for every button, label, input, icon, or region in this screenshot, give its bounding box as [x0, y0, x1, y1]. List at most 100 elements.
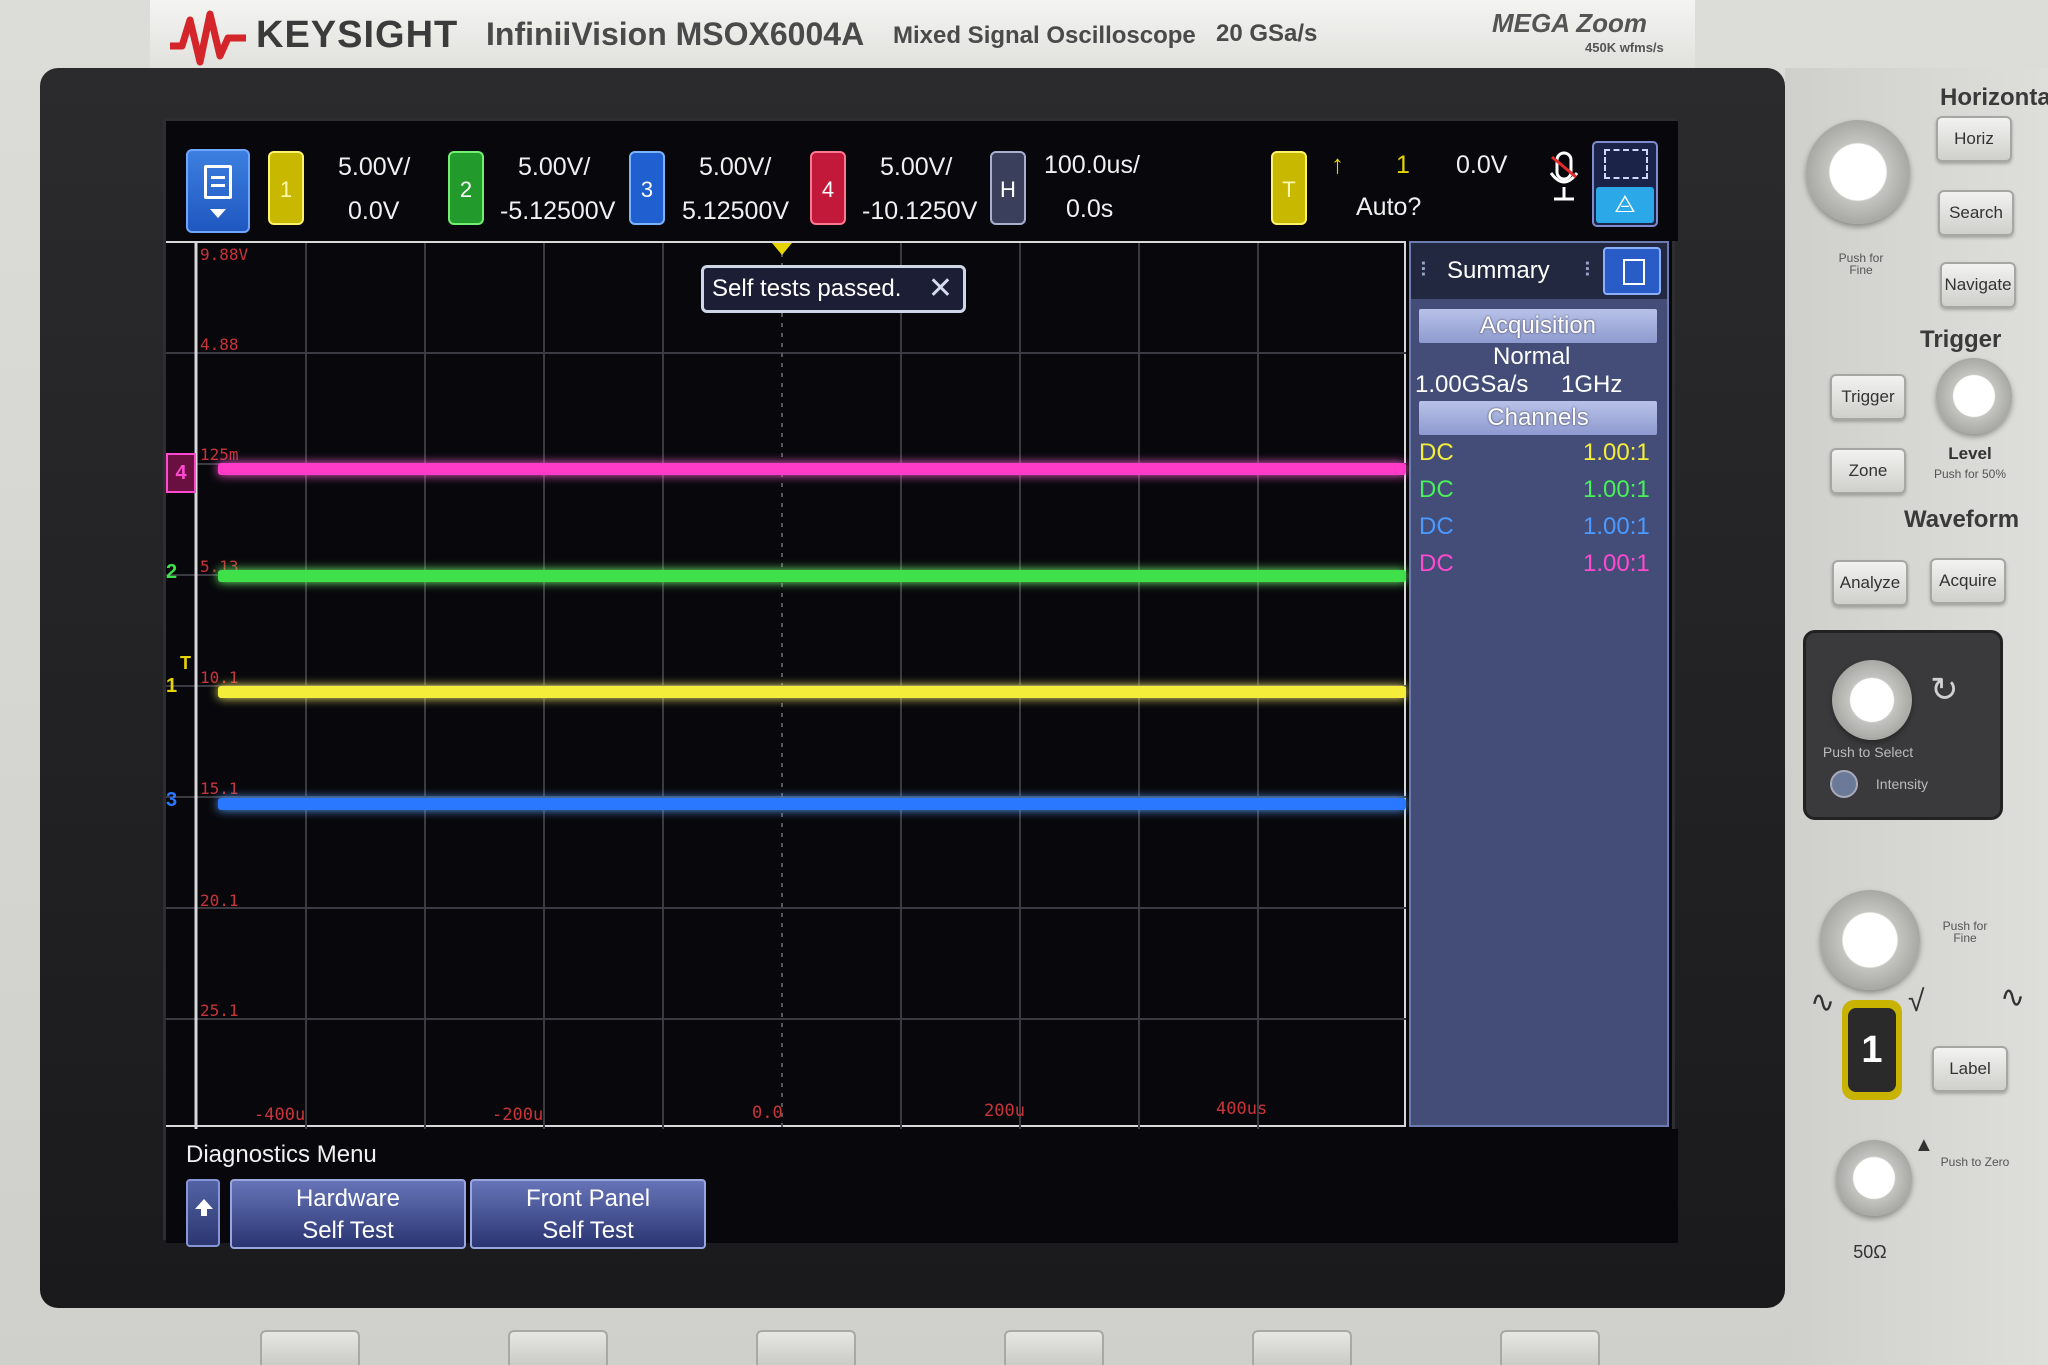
trigger-badge[interactable]: T	[1271, 151, 1307, 225]
y-label: 10.1	[200, 668, 239, 687]
channel-1-button[interactable]: 1	[1842, 1000, 1902, 1100]
keysight-logo-icon	[170, 10, 246, 66]
model-description: Mixed Signal Oscilloscope	[893, 22, 1196, 49]
channel-4-badge[interactable]: 4	[810, 151, 846, 225]
microphone-muted-icon[interactable]	[1546, 151, 1582, 207]
vertical-offset-knob[interactable]	[1836, 1140, 1912, 1216]
waveform-section-title: Waveform	[1904, 506, 2020, 533]
horizontal-scale[interactable]: 100.0us/	[1044, 151, 1140, 180]
channel-2-ground-marker[interactable]: 2	[166, 561, 177, 584]
drag-handle-icon[interactable]: ⠇	[1419, 243, 1434, 299]
analyze-button[interactable]: Analyze	[1832, 560, 1908, 606]
channel-3-scale[interactable]: 5.00V/	[699, 153, 771, 182]
menu-title: Diagnostics Menu	[186, 1141, 377, 1168]
front-softkey[interactable]	[1500, 1330, 1600, 1365]
push-fine-label: Push for Fine	[1838, 251, 1884, 277]
main-menu-button[interactable]	[186, 149, 250, 233]
channel-3-badge[interactable]: 3	[629, 151, 665, 225]
acquisition-rate: 1.00GSa/s	[1415, 371, 1529, 398]
drag-handle-icon[interactable]: ⠇	[1583, 243, 1598, 299]
intensity-label: Intensity	[1875, 776, 1929, 792]
y-label: 15.1	[200, 779, 239, 798]
acquire-button[interactable]: Acquire	[1930, 558, 2006, 604]
channel-2-trace	[218, 570, 1406, 582]
front-softkey[interactable]	[260, 1330, 360, 1365]
channel-4-coupling: DC	[1419, 550, 1454, 577]
channel-1-scale[interactable]: 5.00V/	[338, 153, 410, 182]
channel-2-offset[interactable]: -5.12500V	[500, 197, 615, 226]
navigate-button[interactable]: Navigate	[1940, 262, 2016, 308]
arrow-up-icon: ▲	[1914, 1134, 1934, 1156]
push-fine-label-2: Push for Fine	[1942, 919, 1988, 945]
hardware-self-test-button[interactable]: Hardware Self Test	[230, 1179, 466, 1249]
horiz-button[interactable]: Horiz	[1936, 116, 2012, 162]
front-softkey[interactable]	[1004, 1330, 1104, 1365]
zone-button[interactable]: Zone	[1830, 448, 1906, 494]
channel-3-probe: 1.00:1	[1583, 513, 1650, 540]
y-label: 9.88V	[200, 245, 249, 264]
y-label: 125m	[200, 445, 239, 464]
trigger-level[interactable]: 0.0V	[1456, 151, 1507, 180]
wave-symbol-icon: ∿	[2000, 981, 2026, 1014]
back-arrow-button[interactable]	[186, 1179, 220, 1247]
softkey-bar: Diagnostics Menu Hardware Self Test Fron…	[166, 1129, 1678, 1249]
channel-4-offset[interactable]: -10.1250V	[862, 197, 977, 226]
front-panel-self-test-button[interactable]: Front Panel Self Test	[470, 1179, 706, 1249]
channel-1-offset[interactable]: 0.0V	[348, 197, 399, 226]
channel-1-ground-marker[interactable]: 1	[166, 675, 177, 698]
search-button[interactable]: Search	[1938, 190, 2014, 236]
close-icon[interactable]: ✕	[928, 268, 953, 310]
x-label: 0.0	[752, 1103, 783, 1123]
channel-2-scale[interactable]: 5.00V/	[518, 153, 590, 182]
waveform-icon: ⨺	[1596, 187, 1654, 223]
channel-4-trace	[218, 463, 1406, 475]
trigger-level-marker[interactable]: T	[180, 653, 191, 674]
summary-title: Summary	[1447, 257, 1550, 284]
waveform-grid[interactable]: 9.88V 4.88 125m 5.13 10.1 15.1 20.1 25.1…	[166, 241, 1406, 1129]
channel-3-offset[interactable]: 5.12500V	[682, 197, 789, 226]
trigger-source[interactable]: 1	[1396, 151, 1410, 180]
channel-1-badge[interactable]: 1	[268, 151, 304, 225]
trigger-button[interactable]: Trigger	[1830, 374, 1906, 420]
x-label: 200u	[984, 1101, 1025, 1121]
horizontal-position[interactable]: 0.0s	[1066, 195, 1113, 224]
horizontal-scale-knob[interactable]	[1806, 120, 1910, 224]
megazoom-logo: MEGA Zoom	[1492, 8, 1648, 38]
x-label: -400u	[254, 1105, 306, 1125]
summary-panel: ⠇ Summary ⠇ Acquisition Normal 1.00GSa/s…	[1409, 241, 1669, 1127]
chevron-down-icon	[210, 209, 226, 218]
select-knob[interactable]	[1832, 660, 1912, 740]
label-button[interactable]: Label	[1932, 1046, 2008, 1092]
zone-select-icon	[1604, 149, 1648, 179]
push-select-label: Push to Select	[1822, 744, 1914, 760]
front-softkey[interactable]	[508, 1330, 608, 1365]
model-name: InfiniiVision MSOX6004A	[486, 16, 865, 52]
model-sample-rate: 20 GSa/s	[1216, 20, 1318, 47]
vertical-scale-knob[interactable]	[1820, 890, 1920, 990]
channel-4-scale[interactable]: 5.00V/	[880, 153, 952, 182]
front-softkey[interactable]	[756, 1330, 856, 1365]
wave-symbol-icon: √	[1908, 985, 1925, 1018]
trigger-mode[interactable]: Auto?	[1356, 193, 1421, 222]
channel-4-ground-marker[interactable]: 4	[166, 453, 196, 493]
y-label: 25.1	[200, 1001, 239, 1020]
channel-4-probe: 1.00:1	[1583, 550, 1650, 577]
horizontal-badge[interactable]: H	[990, 151, 1026, 225]
trigger-level-knob[interactable]	[1936, 358, 2012, 434]
bandwidth: 1GHz	[1561, 371, 1623, 398]
intensity-button[interactable]	[1830, 770, 1858, 798]
acquisition-header: Acquisition	[1419, 309, 1657, 343]
level-label: Level	[1948, 444, 1992, 463]
impedance-label: 50Ω	[1853, 1242, 1887, 1262]
channel-1-trace	[218, 686, 1406, 698]
summary-menu-icon[interactable]	[1603, 247, 1661, 295]
softkey-label: Self Test	[302, 1217, 394, 1244]
channel-2-badge[interactable]: 2	[448, 151, 484, 225]
channel-2-coupling: DC	[1419, 476, 1454, 503]
acquisition-mode: Normal	[1493, 343, 1571, 370]
softkey-label: Hardware	[295, 1185, 401, 1212]
front-softkey[interactable]	[1252, 1330, 1352, 1365]
touch-zone-button[interactable]: ⨺	[1592, 141, 1658, 227]
channel-3-ground-marker[interactable]: 3	[166, 789, 177, 812]
channels-header: Channels	[1419, 401, 1657, 435]
